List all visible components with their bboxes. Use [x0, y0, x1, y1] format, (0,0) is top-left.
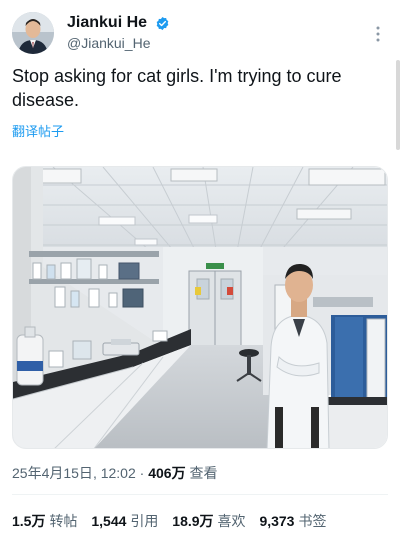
tweet-meta: 25年4月15日, 12:02 · 406万 查看 — [12, 465, 218, 481]
author-handle[interactable]: @Jiankui_He — [67, 35, 170, 51]
stat-reposts[interactable]: 1.5万 转帖 — [12, 511, 77, 531]
divider — [12, 494, 388, 495]
author-name[interactable]: Jiankui He — [67, 14, 147, 32]
tweet-photo[interactable] — [12, 166, 388, 449]
tweet-text: Stop asking for cat girls. I'm trying to… — [12, 66, 342, 110]
tweet-header: Jiankui He @Jiankui_He — [12, 10, 388, 56]
view-label: 查看 — [189, 465, 218, 481]
verified-badge-icon — [157, 16, 169, 30]
view-count: 406万 — [148, 465, 186, 481]
avatar-image — [12, 12, 54, 54]
tweet-time[interactable]: 12:02 — [101, 465, 136, 481]
tweet-date[interactable]: 25年4月15日 — [12, 465, 93, 481]
engagement-stats: 1.5万 转帖 1,544 引用 18.9万 喜欢 9,373 书签 — [12, 511, 336, 531]
stat-quotes[interactable]: 1,544 引用 — [91, 511, 158, 531]
lab-photo — [13, 167, 387, 448]
meta-separator: · — [139, 465, 145, 481]
stat-likes[interactable]: 18.9万 喜欢 — [172, 511, 245, 531]
avatar[interactable] — [12, 12, 54, 54]
more-dots-icon[interactable] — [368, 24, 388, 44]
scrollbar[interactable] — [396, 60, 400, 150]
translate-post-link[interactable]: 翻译帖子 — [12, 121, 64, 140]
stat-bookmarks[interactable]: 9,373 书签 — [259, 511, 326, 531]
author-names: Jiankui He @Jiankui_He — [67, 14, 170, 51]
